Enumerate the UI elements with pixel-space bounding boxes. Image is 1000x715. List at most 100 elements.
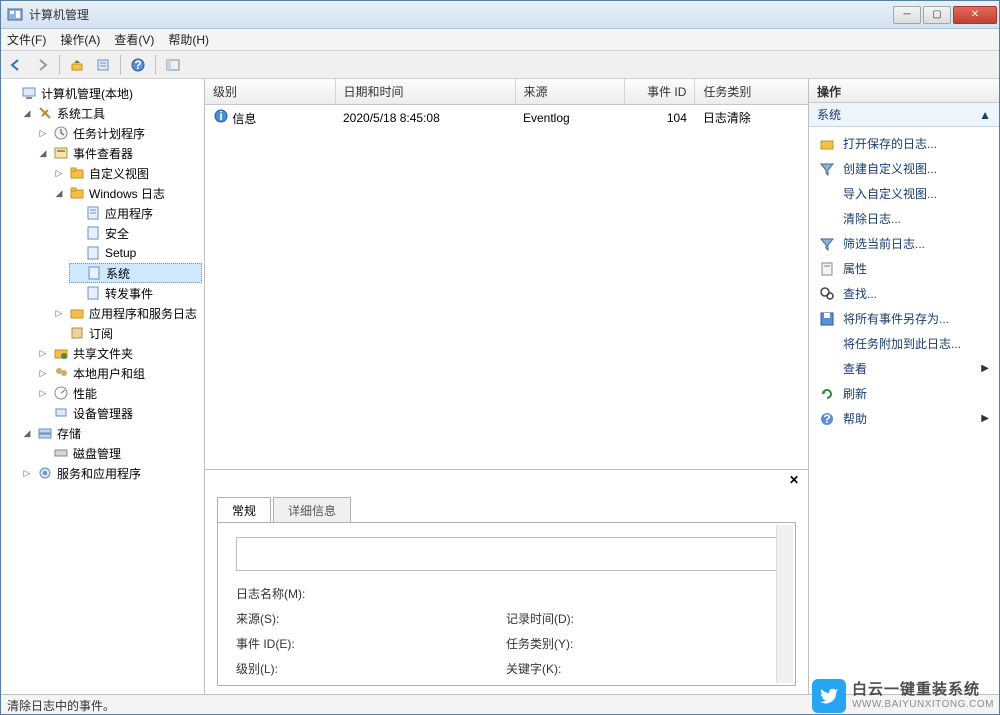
collapse-icon[interactable]: ◢ [53, 187, 65, 199]
folder-icon [69, 185, 85, 201]
action-view[interactable]: 查看▶ [809, 356, 999, 381]
up-button[interactable] [66, 54, 88, 76]
menu-help[interactable]: 帮助(H) [168, 31, 209, 48]
action-find[interactable]: 查找... [809, 281, 999, 306]
watermark-text: 白云一键重装系统 WWW.BAIYUNXITONG.COM [852, 682, 994, 710]
close-detail-button[interactable]: ✕ [786, 472, 802, 488]
tree-app-svc-logs[interactable]: ▷应用程序和服务日志 [53, 303, 202, 323]
filter-icon [819, 236, 835, 252]
grid-header-row: 级别 日期和时间 来源 事件 ID 任务类别 [205, 79, 808, 105]
tree-subscriptions[interactable]: 订阅 [53, 323, 202, 343]
tab-details[interactable]: 详细信息 [273, 497, 351, 523]
tree-shared-folders[interactable]: ▷共享文件夹 [37, 343, 202, 363]
forward-button[interactable] [31, 54, 53, 76]
clock-icon [53, 125, 69, 141]
col-eventid[interactable]: 事件 ID [625, 79, 695, 105]
maximize-button[interactable]: ▢ [923, 6, 951, 24]
action-create-view[interactable]: 创建自定义视图... [809, 156, 999, 181]
action-clear-log[interactable]: 清除日志... [809, 206, 999, 231]
tree-task-scheduler[interactable]: ▷任务计划程序 [37, 123, 202, 143]
expand-icon[interactable]: ▷ [37, 387, 49, 399]
action-filter-current[interactable]: 筛选当前日志... [809, 231, 999, 256]
actions-section[interactable]: 系统 ▲ [809, 103, 999, 127]
collapse-icon[interactable]: ◢ [21, 427, 33, 439]
tree-log-security[interactable]: 安全 [69, 223, 202, 243]
tree-storage[interactable]: ◢存储 [21, 423, 202, 443]
tree-local-users[interactable]: ▷本地用户和组 [37, 363, 202, 383]
action-help[interactable]: ?帮助▶ [809, 406, 999, 431]
detail-properties: 日志名称(M): 来源(S): 记录时间(D): 事件 ID(E): 任务类别(… [236, 585, 777, 686]
grid-row[interactable]: i 信息 2020/5/18 8:45:08 Eventlog 104 日志清除 [205, 105, 808, 131]
tree-log-forwarded[interactable]: 转发事件 [69, 283, 202, 303]
label-user: 用户(U): [236, 685, 346, 686]
tree-performance[interactable]: ▷性能 [37, 383, 202, 403]
detail-message-box [236, 537, 777, 571]
window-frame: 计算机管理 ─ ▢ ✕ 文件(F) 操作(A) 查看(V) 帮助(H) ? [0, 0, 1000, 715]
col-datetime[interactable]: 日期和时间 [335, 79, 515, 105]
app-icon [7, 7, 23, 23]
expand-icon[interactable]: ▷ [37, 367, 49, 379]
action-attach-task[interactable]: 将任务附加到此日志... [809, 331, 999, 356]
expand-icon[interactable]: ▷ [53, 167, 65, 179]
collapse-icon[interactable]: ◢ [37, 147, 49, 159]
blank-icon [819, 361, 835, 377]
cell-datetime: 2020/5/18 8:45:08 [335, 105, 515, 131]
action-open-saved-log[interactable]: 打开保存的日志... [809, 131, 999, 156]
tab-general[interactable]: 常规 [217, 497, 271, 523]
minimize-button[interactable]: ─ [893, 6, 921, 24]
label-computer: 计算机(R): [506, 685, 616, 686]
log-icon [85, 245, 101, 261]
tree-event-viewer[interactable]: ◢事件查看器 [37, 143, 202, 163]
label-logname: 日志名称(M): [236, 585, 346, 602]
action-properties[interactable]: 属性 [809, 256, 999, 281]
close-button[interactable]: ✕ [953, 6, 997, 24]
expand-icon[interactable]: ▷ [37, 347, 49, 359]
help-button[interactable]: ? [127, 54, 149, 76]
tree-log-system[interactable]: 系统 [69, 263, 202, 283]
chevron-right-icon: ▶ [981, 363, 989, 374]
tree-disk-mgmt[interactable]: 磁盘管理 [37, 443, 202, 463]
expand-icon[interactable]: ▷ [37, 127, 49, 139]
svg-text:?: ? [134, 58, 141, 72]
col-taskcat[interactable]: 任务类别 [695, 79, 808, 105]
menu-action[interactable]: 操作(A) [60, 31, 100, 48]
properties-button[interactable] [92, 54, 114, 76]
disk-icon [53, 445, 69, 461]
properties-icon [819, 261, 835, 277]
cell-eventid: 104 [625, 105, 695, 131]
menu-view[interactable]: 查看(V) [114, 31, 154, 48]
watermark-icon [812, 679, 846, 713]
watermark: 白云一键重装系统 WWW.BAIYUNXITONG.COM [812, 679, 994, 713]
tree-device-manager[interactable]: 设备管理器 [37, 403, 202, 423]
folder-open-icon [819, 136, 835, 152]
log-icon [86, 265, 102, 281]
tree-custom-views[interactable]: ▷自定义视图 [53, 163, 202, 183]
col-level[interactable]: 级别 [205, 79, 335, 105]
expand-icon[interactable]: ▷ [21, 467, 33, 479]
toolbar-divider [120, 55, 121, 75]
svg-text:i: i [219, 109, 222, 123]
tree-services-apps[interactable]: ▷服务和应用程序 [21, 463, 202, 483]
col-source[interactable]: 来源 [515, 79, 625, 105]
label-eventid: 事件 ID(E): [236, 635, 346, 652]
cell-source: Eventlog [515, 105, 625, 131]
tree-log-setup[interactable]: Setup [69, 243, 202, 263]
shared-folder-icon [53, 345, 69, 361]
tree-pane[interactable]: 计算机管理(本地) ◢ 系统工具 ▷任务计划程序 [1, 79, 205, 694]
tree-root[interactable]: 计算机管理(本地) [5, 83, 202, 103]
action-save-all[interactable]: 将所有事件另存为... [809, 306, 999, 331]
tree-log-application[interactable]: 应用程序 [69, 203, 202, 223]
action-import-view[interactable]: 导入自定义视图... [809, 181, 999, 206]
action-refresh[interactable]: 刷新 [809, 381, 999, 406]
collapse-icon[interactable]: ◢ [21, 107, 33, 119]
expand-icon[interactable]: ▷ [53, 307, 65, 319]
event-grid-wrap[interactable]: 级别 日期和时间 来源 事件 ID 任务类别 i 信息 2020/5/18 8:… [205, 79, 808, 470]
menu-file[interactable]: 文件(F) [7, 31, 46, 48]
show-pane-button[interactable] [162, 54, 184, 76]
tree-windows-logs[interactable]: ◢Windows 日志 [53, 183, 202, 203]
label-logged: 记录时间(D): [506, 610, 616, 627]
filter-icon [819, 161, 835, 177]
tree-system-tools[interactable]: ◢ 系统工具 [21, 103, 202, 123]
event-viewer-icon [53, 145, 69, 161]
back-button[interactable] [5, 54, 27, 76]
